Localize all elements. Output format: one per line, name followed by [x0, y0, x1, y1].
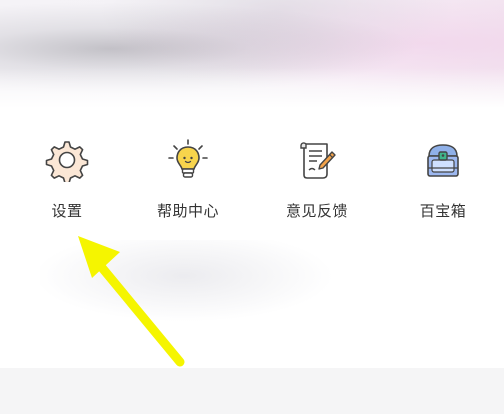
yellow-arrow-annotation — [78, 236, 185, 367]
bottom-divider-strip — [0, 368, 504, 414]
arrow-head — [78, 236, 120, 278]
